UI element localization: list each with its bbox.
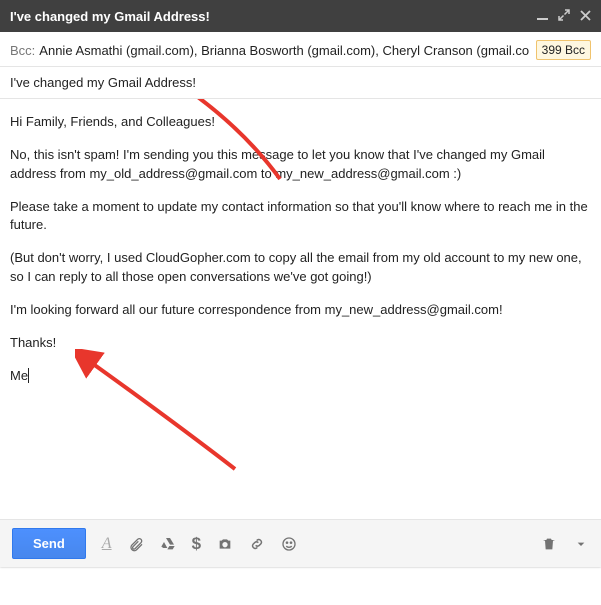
- more-options-icon[interactable]: [573, 536, 589, 552]
- bcc-count-badge[interactable]: 399 Bcc: [536, 40, 591, 60]
- window-title: I've changed my Gmail Address!: [10, 9, 537, 24]
- body-paragraph: No, this isn't spam! I'm sending you thi…: [10, 146, 591, 184]
- body-signature: Me: [10, 367, 591, 386]
- photo-icon[interactable]: [217, 536, 233, 552]
- titlebar: I've changed my Gmail Address!: [0, 0, 601, 32]
- close-icon[interactable]: [580, 10, 591, 23]
- message-body[interactable]: Hi Family, Friends, and Colleagues! No, …: [0, 99, 601, 519]
- recipients-row[interactable]: Bcc: Annie Asmathi (gmail.com), Brianna …: [0, 32, 601, 67]
- body-greeting: Hi Family, Friends, and Colleagues!: [10, 113, 591, 132]
- subject-input[interactable]: I've changed my Gmail Address!: [0, 67, 601, 99]
- drive-icon[interactable]: [160, 536, 176, 552]
- send-button[interactable]: Send: [12, 528, 86, 559]
- bcc-recipient-list[interactable]: Annie Asmathi (gmail.com), Brianna Boswo…: [39, 43, 529, 58]
- body-paragraph: (But don't worry, I used CloudGopher.com…: [10, 249, 591, 287]
- trash-icon[interactable]: [541, 536, 557, 552]
- body-paragraph: Please take a moment to update my contac…: [10, 198, 591, 236]
- compose-window: I've changed my Gmail Address! Bcc: Anni…: [0, 0, 601, 567]
- expand-icon[interactable]: [558, 9, 570, 23]
- emoji-icon[interactable]: [281, 536, 297, 552]
- text-caret: [28, 368, 29, 383]
- compose-toolbar: Send A $: [0, 519, 601, 567]
- money-icon[interactable]: $: [192, 534, 201, 554]
- formatting-icon[interactable]: A: [102, 535, 112, 553]
- link-icon[interactable]: [249, 536, 265, 552]
- body-thanks: Thanks!: [10, 334, 591, 353]
- minimize-icon[interactable]: [537, 10, 548, 23]
- body-paragraph: I'm looking forward all our future corre…: [10, 301, 591, 320]
- bcc-label: Bcc:: [10, 43, 35, 58]
- attach-icon[interactable]: [128, 536, 144, 552]
- window-controls: [537, 9, 591, 23]
